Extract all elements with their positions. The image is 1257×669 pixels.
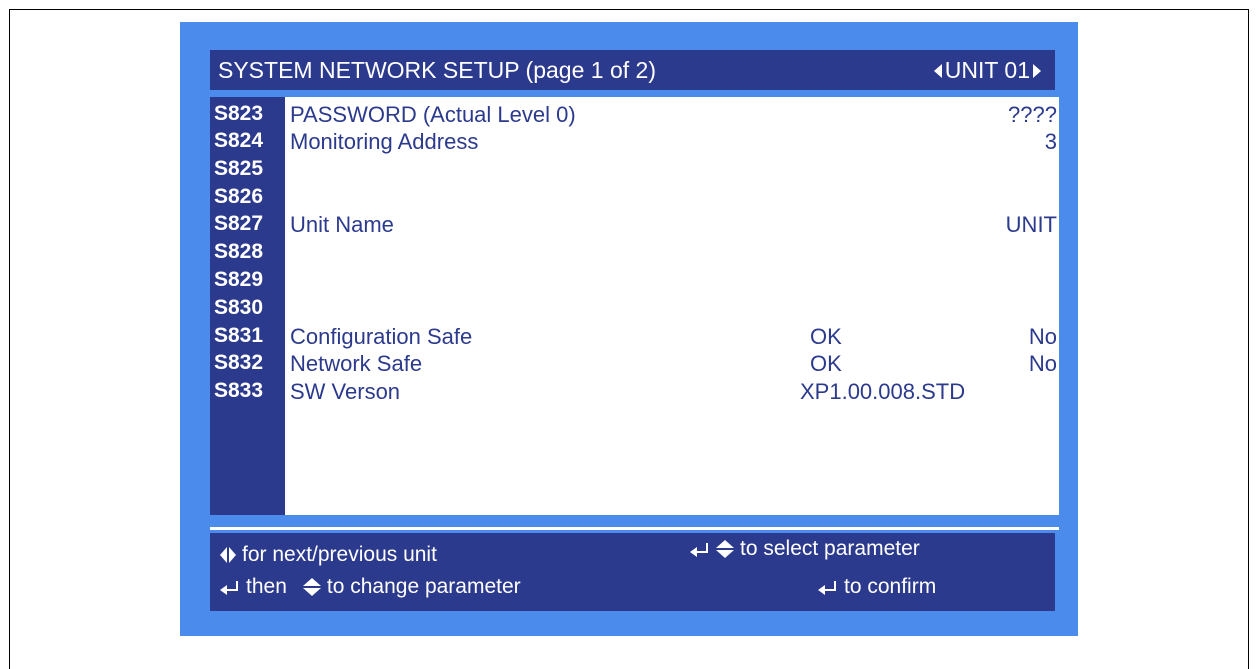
parameter-label: Unit Name <box>290 212 394 237</box>
enter-icon <box>220 581 240 595</box>
parameter-row[interactable]: S823 PASSWORD (Actual Level 0) ???? <box>210 100 1059 130</box>
parameter-value: 3 <box>1044 129 1057 154</box>
parameter-row[interactable]: S828 <box>210 238 1059 268</box>
help-footer: for next/previous unit to select paramet… <box>210 533 1055 611</box>
unit-label: UNIT 01 <box>944 57 1030 83</box>
parameter-code: S831 <box>214 324 264 347</box>
parameter-value: ???? <box>1008 102 1057 127</box>
parameter-code: S832 <box>214 351 264 374</box>
parameter-value: No <box>1028 351 1057 376</box>
unit-selector[interactable]: UNIT 01 <box>933 57 1041 84</box>
page-title: SYSTEM NETWORK SETUP (page 1 of 2) <box>218 57 656 83</box>
parameter-code: S823 <box>214 102 264 125</box>
hint-select-text: to select parameter <box>740 537 920 560</box>
hint-change: then to change parameter <box>220 575 521 599</box>
footer-divider <box>210 527 1059 530</box>
parameter-row[interactable]: S825 <box>210 155 1059 185</box>
parameter-value: UNIT <box>1005 212 1057 237</box>
parameter-row[interactable]: S830 <box>210 294 1059 324</box>
enter-icon <box>690 543 710 557</box>
hint-next-prev-text: for next/previous unit <box>242 543 437 566</box>
parameter-label: Configuration Safe <box>290 324 473 349</box>
hint-change-then: then <box>246 575 287 598</box>
parameter-row[interactable]: S827 Unit Name UNIT <box>210 210 1059 240</box>
previous-unit-icon[interactable] <box>933 63 942 78</box>
parameter-code: S827 <box>214 212 264 235</box>
parameter-row[interactable]: S831 Configuration Safe OK No <box>210 322 1059 352</box>
up-down-arrows-icon <box>716 540 734 558</box>
parameter-list: S823 PASSWORD (Actual Level 0) ???? S824… <box>210 97 1059 515</box>
parameter-value: No <box>1028 324 1057 349</box>
hint-confirm-text: to confirm <box>844 575 937 598</box>
device-screen: SYSTEM NETWORK SETUP (page 1 of 2) UNIT … <box>180 22 1078 636</box>
parameter-code: S824 <box>214 129 264 152</box>
hint-confirm: to confirm <box>818 575 936 599</box>
parameter-code: S830 <box>214 296 264 319</box>
parameter-code: S833 <box>214 379 264 402</box>
left-right-arrows-icon <box>220 547 236 563</box>
parameter-code: S826 <box>214 185 264 208</box>
parameter-status: OK <box>810 351 842 376</box>
parameter-code: S829 <box>214 268 264 291</box>
parameter-code: S825 <box>214 157 264 180</box>
parameter-code: S828 <box>214 240 264 263</box>
parameter-row[interactable]: S824 Monitoring Address 3 <box>210 127 1059 157</box>
hint-next-prev: for next/previous unit <box>220 543 437 567</box>
parameter-label: Network Safe <box>290 351 423 376</box>
parameter-status: XP1.00.008.STD <box>800 379 966 404</box>
hint-select: to select parameter <box>690 537 920 561</box>
parameter-label: PASSWORD (Actual Level 0) <box>290 102 576 127</box>
hint-change-text: to change parameter <box>326 575 521 598</box>
parameter-row[interactable]: S832 Network Safe OK No <box>210 349 1059 379</box>
parameter-row[interactable]: S829 <box>210 266 1059 296</box>
next-unit-icon[interactable] <box>1033 63 1041 78</box>
up-down-arrows-icon <box>302 578 321 596</box>
parameter-status: OK <box>810 324 842 349</box>
parameter-row[interactable]: S833 SW Verson XP1.00.008.STD <box>210 377 1059 407</box>
enter-icon <box>818 581 838 595</box>
parameter-row[interactable]: S826 <box>210 183 1059 213</box>
parameter-label: SW Verson <box>290 379 401 404</box>
screen-header: SYSTEM NETWORK SETUP (page 1 of 2) UNIT … <box>210 50 1055 90</box>
parameter-label: Monitoring Address <box>290 129 479 154</box>
